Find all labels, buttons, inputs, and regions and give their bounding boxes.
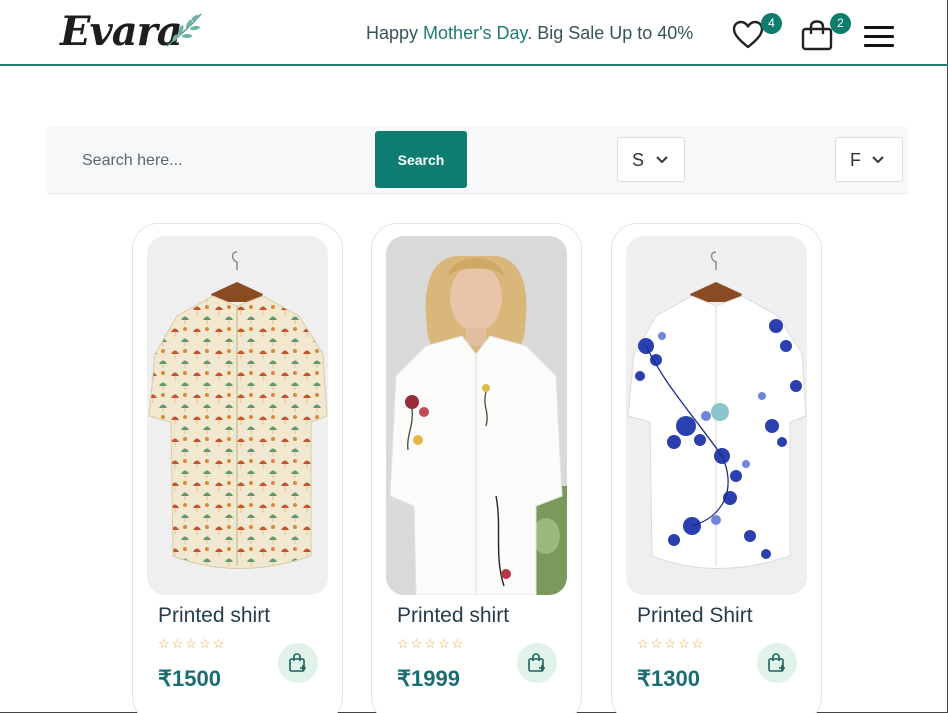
product-card[interactable]: Printed shirt ☆☆☆☆☆ ₹1999	[371, 223, 582, 713]
size-select-value: S	[632, 150, 645, 170]
heart-icon	[732, 20, 764, 49]
product-title[interactable]: Printed shirt	[397, 604, 509, 628]
product-price: ₹1500	[158, 666, 221, 691]
chevron-down-icon	[872, 156, 884, 164]
add-to-cart-icon	[528, 653, 545, 672]
product-price: ₹1300	[637, 666, 700, 691]
cart-button[interactable]: 2	[801, 13, 851, 54]
search-bar: Search S F	[46, 127, 908, 194]
site-header: Evara Happy Mother's Day. Big Sale Up to…	[0, 0, 948, 66]
search-button[interactable]: Search	[375, 131, 467, 188]
chevron-down-icon	[656, 156, 668, 164]
size-select[interactable]: S	[617, 137, 685, 182]
cart-count-badge: 2	[830, 13, 851, 34]
filter-select[interactable]: F	[835, 137, 903, 182]
product-card[interactable]: Printed shirt ☆☆☆☆☆ ₹1500	[132, 223, 343, 713]
rating-stars: ☆☆☆☆☆	[397, 636, 466, 651]
promo-banner: Happy Mother's Day. Big Sale Up to 40%	[366, 23, 693, 44]
add-to-cart-icon	[289, 653, 306, 672]
wishlist-count-badge: 4	[761, 13, 782, 34]
evara-logo[interactable]: Evara	[60, 8, 210, 58]
wishlist-button[interactable]: 4	[732, 13, 782, 54]
promo-prefix: Happy	[366, 23, 424, 43]
product-image[interactable]	[626, 236, 807, 595]
add-to-cart-icon	[768, 653, 785, 672]
add-to-cart-button[interactable]	[278, 643, 318, 683]
product-title[interactable]: Printed Shirt	[637, 604, 753, 628]
product-title[interactable]: Printed shirt	[158, 604, 270, 628]
product-card[interactable]: Printed Shirt ☆☆☆☆☆ ₹1300	[611, 223, 822, 713]
promo-suffix: . Big Sale Up to 40%	[527, 23, 694, 43]
rating-stars: ☆☆☆☆☆	[637, 636, 706, 651]
add-to-cart-button[interactable]	[757, 643, 797, 683]
product-price: ₹1999	[397, 666, 460, 691]
leaf-icon	[166, 13, 202, 47]
search-input[interactable]	[82, 146, 372, 176]
product-image[interactable]	[386, 236, 567, 595]
rating-stars: ☆☆☆☆☆	[158, 636, 227, 651]
hamburger-menu-icon[interactable]	[864, 26, 894, 48]
promo-highlight: Mother's Day	[423, 23, 528, 43]
filter-select-value: F	[850, 150, 861, 170]
product-image[interactable]	[147, 236, 328, 595]
logo-text: Evara	[60, 8, 183, 55]
add-to-cart-button[interactable]	[517, 643, 557, 683]
